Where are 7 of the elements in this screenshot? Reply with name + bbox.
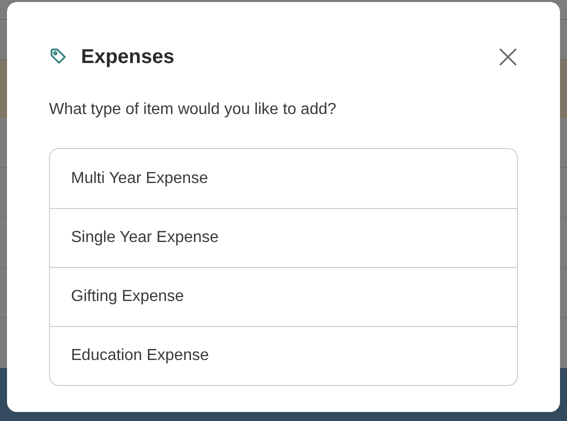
option-item[interactable]: Single Year Expense — [50, 208, 517, 267]
option-item[interactable]: Multi Year Expense — [50, 149, 517, 208]
close-icon[interactable] — [498, 47, 518, 67]
dialog-title: Expenses — [81, 45, 174, 70]
dialog-prompt: What type of item would you like to add? — [49, 100, 338, 120]
option-item[interactable]: Education Expense — [50, 326, 517, 385]
option-item[interactable]: Gifting Expense — [50, 267, 517, 326]
